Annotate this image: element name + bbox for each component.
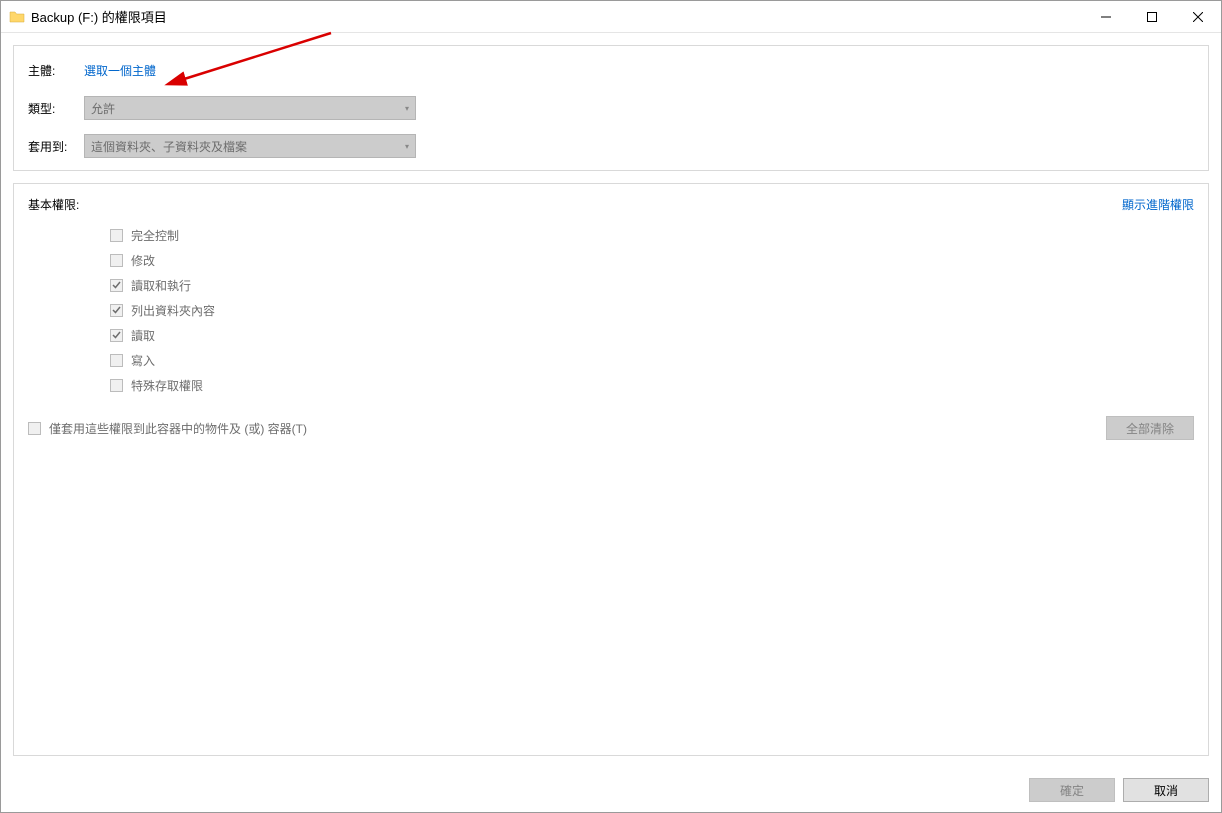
checkbox-write — [110, 354, 123, 367]
type-value: 允許 — [91, 100, 115, 117]
perm-list-folder: 列出資料夾內容 — [110, 302, 1194, 319]
show-advanced-link[interactable]: 顯示進階權限 — [1122, 196, 1194, 213]
perm-label: 列出資料夾內容 — [131, 302, 215, 319]
clear-all-button: 全部清除 — [1106, 416, 1194, 440]
principal-panel: 主體: 選取一個主體 類型: 允許 ▾ 套用到: 這個資料夾、子資料夾及檔案 ▾ — [13, 45, 1209, 171]
apply-only-left: 僅套用這些權限到此容器中的物件及 (或) 容器(T) — [28, 420, 307, 437]
perm-label: 寫入 — [131, 352, 155, 369]
perm-full-control: 完全控制 — [110, 227, 1194, 244]
perm-label: 讀取 — [131, 327, 155, 344]
checkbox-apply-only — [28, 422, 41, 435]
perm-read: 讀取 — [110, 327, 1194, 344]
checkbox-list-folder — [110, 304, 123, 317]
select-principal-link[interactable]: 選取一個主體 — [84, 62, 156, 79]
principal-row: 主體: 選取一個主體 — [28, 58, 1194, 82]
basic-permissions-label: 基本權限: — [28, 196, 79, 213]
permissions-header: 基本權限: 顯示進階權限 — [28, 196, 1194, 213]
maximize-button[interactable] — [1129, 1, 1175, 33]
apply-only-row: 僅套用這些權限到此容器中的物件及 (或) 容器(T) 全部清除 — [28, 416, 1194, 440]
checkbox-modify — [110, 254, 123, 267]
perm-label: 完全控制 — [131, 227, 179, 244]
permission-entry-dialog: Backup (F:) 的權限項目 主體: 選取一個主體 類型: 允許 — [0, 0, 1222, 813]
perm-label: 特殊存取權限 — [131, 377, 203, 394]
principal-label: 主體: — [28, 62, 84, 79]
permissions-panel: 基本權限: 顯示進階權限 完全控制 修改 讀取和執行 列出資 — [13, 183, 1209, 756]
type-label: 類型: — [28, 100, 84, 117]
perm-modify: 修改 — [110, 252, 1194, 269]
chevron-down-icon: ▾ — [405, 142, 409, 151]
checkbox-read-execute — [110, 279, 123, 292]
type-row: 類型: 允許 ▾ — [28, 96, 1194, 120]
applies-to-row: 套用到: 這個資料夾、子資料夾及檔案 ▾ — [28, 134, 1194, 158]
perm-label: 修改 — [131, 252, 155, 269]
applies-to-label: 套用到: — [28, 138, 84, 155]
checkbox-special — [110, 379, 123, 392]
folder-icon — [9, 9, 25, 25]
applies-to-value: 這個資料夾、子資料夾及檔案 — [91, 138, 247, 155]
perm-write: 寫入 — [110, 352, 1194, 369]
perm-special: 特殊存取權限 — [110, 377, 1194, 394]
type-select: 允許 ▾ — [84, 96, 416, 120]
window-controls — [1083, 1, 1221, 32]
chevron-down-icon: ▾ — [405, 104, 409, 113]
dialog-content: 主體: 選取一個主體 類型: 允許 ▾ 套用到: 這個資料夾、子資料夾及檔案 ▾ — [1, 33, 1221, 768]
perm-label: 讀取和執行 — [131, 277, 191, 294]
titlebar: Backup (F:) 的權限項目 — [1, 1, 1221, 33]
checkbox-read — [110, 329, 123, 342]
applies-to-select: 這個資料夾、子資料夾及檔案 ▾ — [84, 134, 416, 158]
cancel-button[interactable]: 取消 — [1123, 778, 1209, 802]
close-button[interactable] — [1175, 1, 1221, 33]
window-title: Backup (F:) 的權限項目 — [31, 7, 1083, 26]
checkbox-full-control — [110, 229, 123, 242]
permissions-list: 完全控制 修改 讀取和執行 列出資料夾內容 讀取 — [28, 227, 1194, 394]
apply-only-label: 僅套用這些權限到此容器中的物件及 (或) 容器(T) — [49, 420, 307, 437]
dialog-footer: 確定 取消 — [1, 768, 1221, 812]
minimize-button[interactable] — [1083, 1, 1129, 33]
perm-read-execute: 讀取和執行 — [110, 277, 1194, 294]
ok-button: 確定 — [1029, 778, 1115, 802]
